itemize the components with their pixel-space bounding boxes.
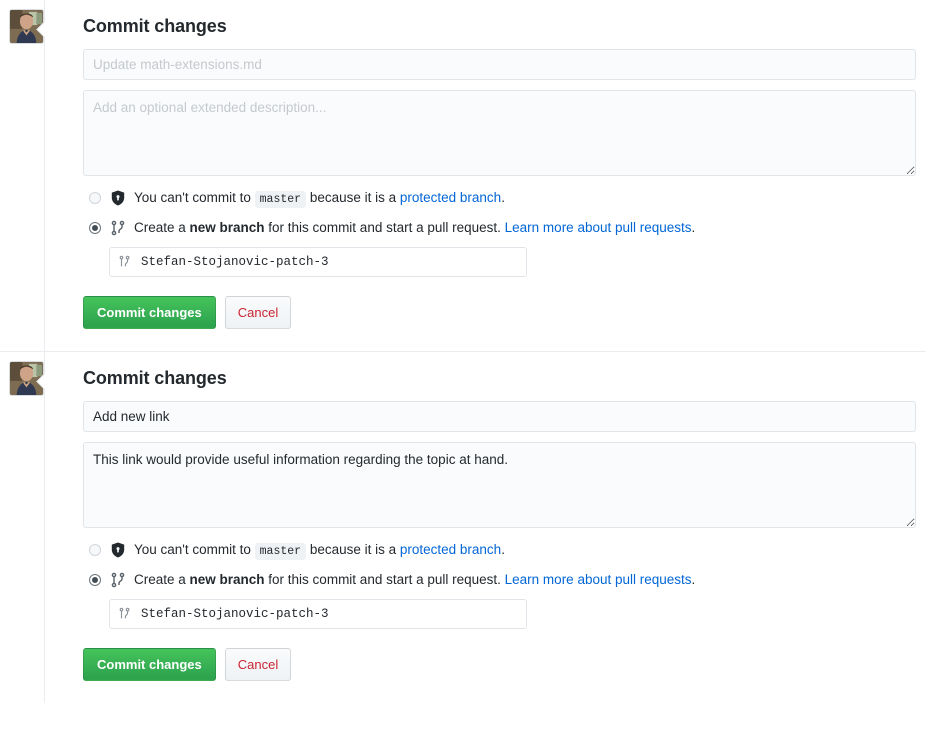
opt1-text-middle: for this commit and start a pull request… [265,220,505,235]
commit-summary-input[interactable] [83,401,916,432]
radio-create-new-branch[interactable] [89,222,101,234]
new-branch-bold: new branch [190,572,265,587]
commit-option-protected-branch[interactable]: You can't commit to master because it is… [83,541,916,561]
form-actions: Commit changes Cancel [83,648,916,681]
branch-name-field [109,599,527,629]
protected-branch-link[interactable]: protected branch [400,542,501,557]
commit-option-new-branch-label: Create a new branch for this commit and … [134,571,916,589]
branch-name-input[interactable] [109,247,527,277]
git-branch-icon [110,220,126,236]
branch-name-field [109,247,527,277]
comment-bubble: Commit changes You can't commit to maste… [44,0,926,351]
commit-summary-input[interactable] [83,49,916,80]
form-actions: Commit changes Cancel [83,296,916,329]
bubble-arrow-icon [36,20,45,38]
opt0-text-middle: because it is a [306,190,400,205]
page-title: Commit changes [83,368,916,389]
opt1-text-after: . [692,572,696,587]
branch-name-input[interactable] [109,599,527,629]
opt0-text-before: You can't commit to [134,190,255,205]
commit-form-body: Commit changes This link would provide u… [45,352,926,703]
radio-commit-to-master[interactable] [89,192,101,204]
opt0-text-middle: because it is a [306,542,400,557]
commit-option-new-branch[interactable]: Create a new branch for this commit and … [83,219,916,237]
protected-branch-link[interactable]: protected branch [400,190,501,205]
commit-option-new-branch[interactable]: Create a new branch for this commit and … [83,571,916,589]
opt1-text-before: Create a [134,572,190,587]
new-branch-bold: new branch [190,220,265,235]
opt0-text-after: . [501,190,505,205]
commit-changes-button[interactable]: Commit changes [83,296,216,329]
learn-more-pull-requests-link[interactable]: Learn more about pull requests [505,220,692,235]
master-branch-code: master [255,191,306,208]
radio-commit-to-master[interactable] [89,544,101,556]
comment-bubble: Commit changes This link would provide u… [44,352,926,703]
opt1-text-after: . [692,220,696,235]
opt0-text-before: You can't commit to [134,542,255,557]
opt0-text-after: . [501,542,505,557]
commit-description-input[interactable]: This link would provide useful informati… [83,442,916,528]
commit-changes-button[interactable]: Commit changes [83,648,216,681]
commit-changes-page: Commit changes You can't commit to maste… [0,0,926,751]
opt1-text-before: Create a [134,220,190,235]
learn-more-pull-requests-link[interactable]: Learn more about pull requests [505,572,692,587]
shield-lock-icon [110,190,126,206]
page-title: Commit changes [83,16,916,37]
radio-create-new-branch[interactable] [89,574,101,586]
shield-lock-icon [110,542,126,558]
opt1-text-middle: for this commit and start a pull request… [265,572,505,587]
cancel-button[interactable]: Cancel [225,648,291,681]
commit-option-protected-branch[interactable]: You can't commit to master because it is… [83,189,916,209]
commit-form-body: Commit changes You can't commit to maste… [45,0,926,351]
master-branch-code: master [255,543,306,560]
commit-option-protected-branch-label: You can't commit to master because it is… [134,541,916,561]
commit-option-new-branch-label: Create a new branch for this commit and … [134,219,916,237]
commit-form-block: Commit changes This link would provide u… [0,351,926,703]
git-branch-icon [110,572,126,588]
commit-form-block: Commit changes You can't commit to maste… [0,0,926,351]
commit-description-input[interactable] [83,90,916,176]
cancel-button[interactable]: Cancel [225,296,291,329]
bubble-arrow-icon [36,372,45,390]
commit-option-protected-branch-label: You can't commit to master because it is… [134,189,916,209]
